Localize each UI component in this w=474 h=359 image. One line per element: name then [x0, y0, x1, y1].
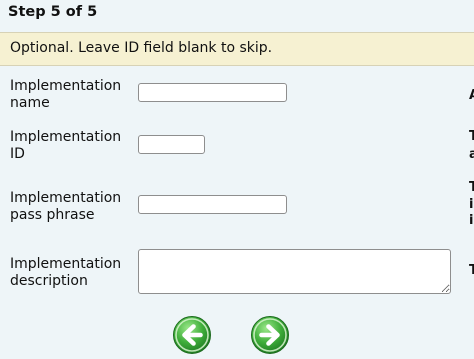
notice-bar: Optional. Leave ID field blank to skip. [0, 32, 474, 66]
help-column-mark: a [469, 148, 474, 161]
implementation-description-textarea[interactable] [138, 249, 451, 294]
help-column-mark: i [469, 214, 474, 227]
back-button[interactable] [172, 315, 212, 355]
right-arrow-icon [251, 316, 289, 354]
help-column-mark: T [469, 130, 474, 143]
next-button[interactable] [250, 315, 290, 355]
step-title: Step 5 of 5 [8, 4, 98, 20]
implementation-passphrase-input[interactable] [138, 195, 287, 214]
help-column-mark: T [469, 264, 474, 277]
notice-text: Optional. Leave ID field blank to skip. [10, 40, 273, 56]
implementation-id-input[interactable] [138, 135, 205, 154]
implementation-passphrase-label: Implementation pass phrase [10, 190, 122, 223]
implementation-id-label: Implementation ID [10, 129, 122, 162]
implementation-description-label: Implementation description [10, 256, 122, 289]
help-column-mark: A [469, 89, 474, 102]
implementation-name-label: Implementation name [10, 78, 122, 111]
help-column-mark: i [469, 198, 474, 211]
help-column-mark: T [469, 181, 474, 194]
left-arrow-icon [173, 316, 211, 354]
implementation-name-input[interactable] [138, 83, 287, 102]
